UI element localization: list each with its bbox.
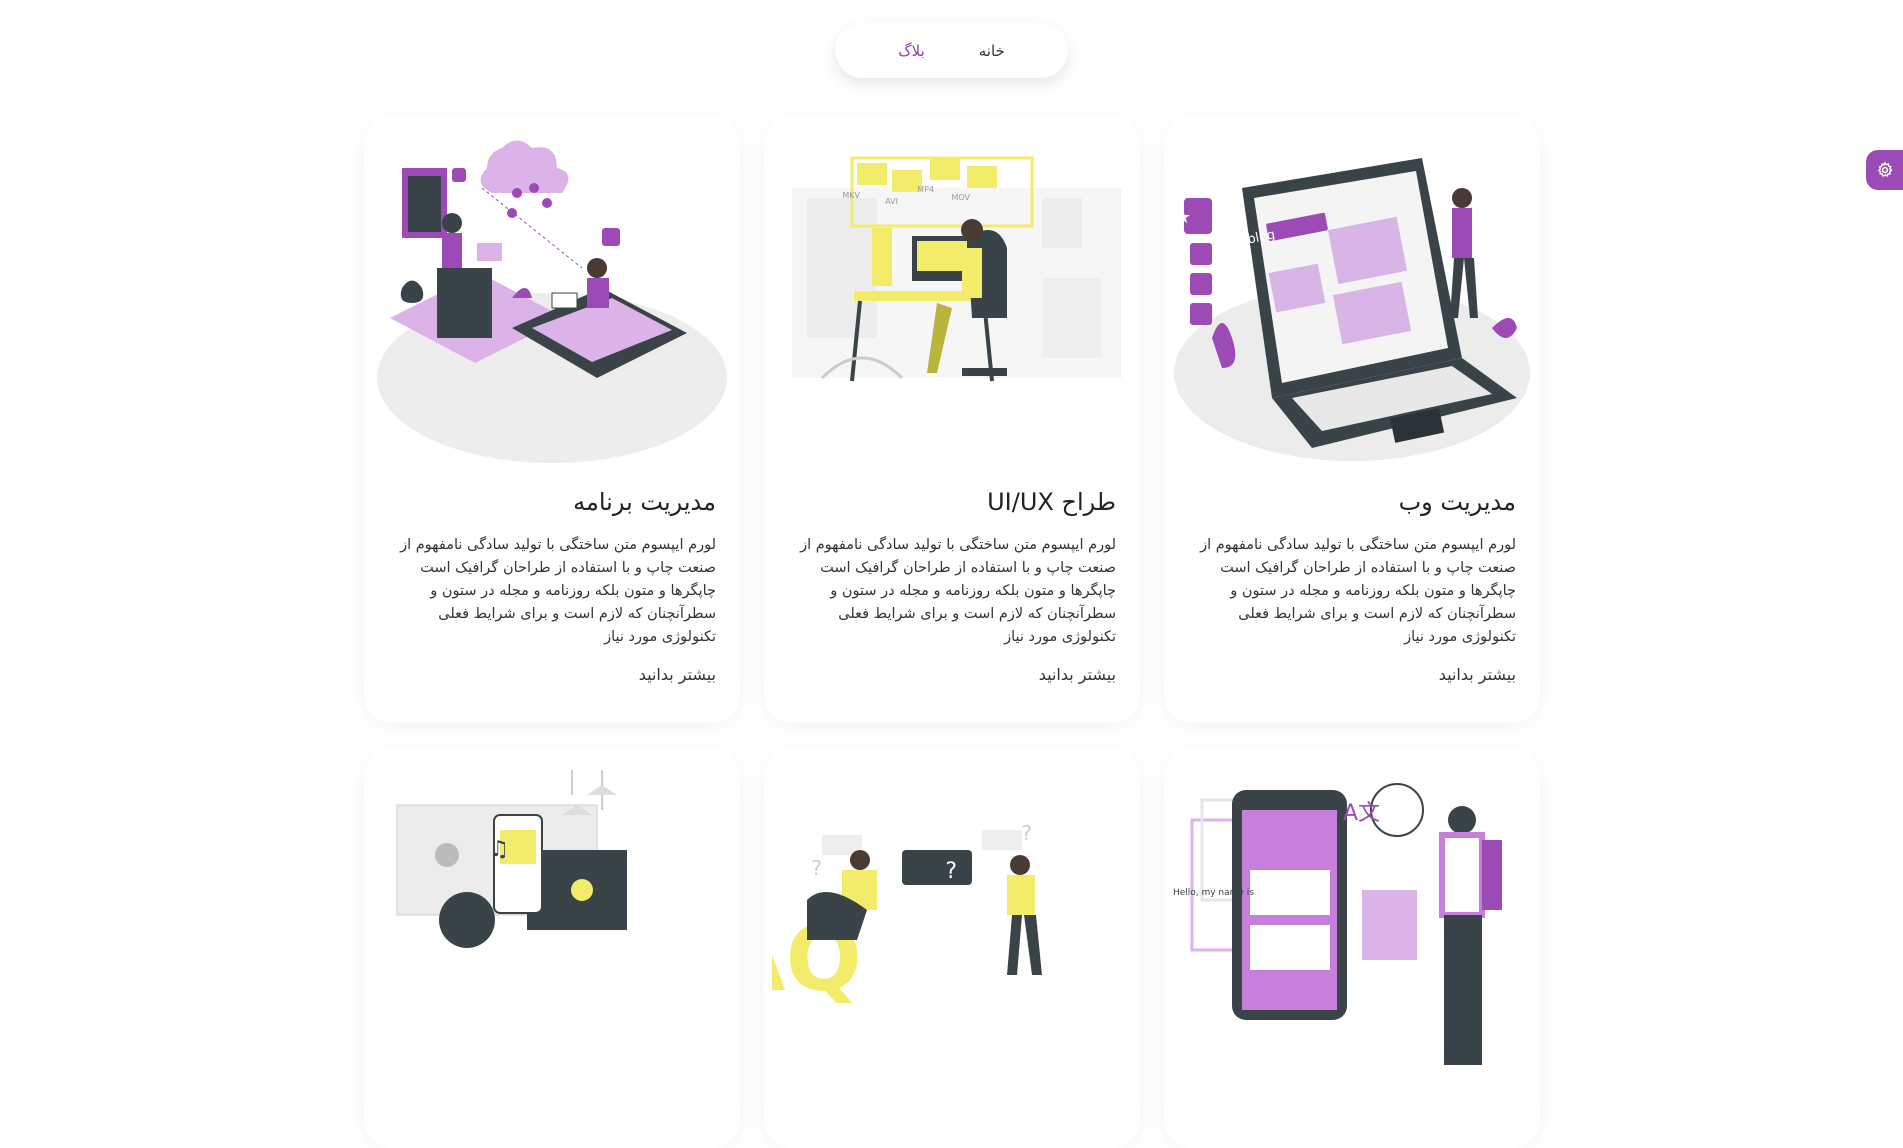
nav-home[interactable]: خانه [979, 42, 1005, 60]
service-card-faq: FAQ ? ? ? [764, 748, 1140, 1148]
card-title: مدیریت وب [1398, 488, 1516, 516]
gear-icon [1877, 161, 1892, 178]
media-player-illustration: ♫ [396, 770, 627, 948]
card-title: طراح UI/UX [987, 488, 1116, 516]
format-label: MKV [842, 191, 860, 200]
remote-work-illustration [377, 140, 727, 463]
format-label: MOV [951, 193, 970, 202]
translation-illustration: Hello, my name is A文 [1173, 783, 1502, 1065]
faq-illustration: FAQ ? ? ? [772, 821, 1042, 1012]
service-card-uiux: MKV AVI MP4 MOV طراح UI/UX لورم ایپسوم م… [764, 116, 1140, 723]
svg-text:?: ? [945, 859, 957, 884]
laptop-illustration: blog ★ [1174, 158, 1530, 461]
svg-text:★: ★ [1175, 207, 1191, 228]
learn-more-link[interactable]: بیشتر بدانید [1439, 665, 1516, 684]
learn-more-link[interactable]: بیشتر بدانید [639, 665, 716, 684]
illustration-hello-text: Hello, my name is [1173, 888, 1254, 898]
top-nav: خانه بلاگ [835, 23, 1068, 78]
svg-text:A文: A文 [1343, 801, 1380, 826]
services-grid: blog ★ مدیریت وب لورم ایپسوم متن ساختگی … [364, 116, 1540, 1148]
learn-more-link[interactable]: بیشتر بدانید [1039, 665, 1116, 684]
svg-text:?: ? [811, 856, 822, 880]
card-description: لورم ایپسوم متن ساختگی با تولید سادگی نا… [800, 537, 1116, 645]
card-title: مدیریت برنامه [573, 488, 716, 516]
format-label: MP4 [917, 185, 934, 194]
card-description: لورم ایپسوم متن ساختگی با تولید سادگی نا… [400, 537, 716, 645]
card-description: لورم ایپسوم متن ساختگی با تولید سادگی نا… [1200, 537, 1516, 645]
designer-desk-illustration: MKV AVI MP4 MOV [792, 156, 1122, 382]
service-card-app: مدیریت برنامه لورم ایپسوم متن ساختگی با … [364, 116, 740, 723]
svg-text:?: ? [1021, 821, 1032, 845]
service-card-web: blog ★ مدیریت وب لورم ایپسوم متن ساختگی … [1164, 116, 1540, 723]
service-card-media: ♫ [364, 748, 740, 1148]
service-card-translation: Hello, my name is A文 [1164, 748, 1540, 1148]
nav-blog[interactable]: بلاگ [898, 42, 925, 60]
music-note-icon: ♫ [489, 837, 509, 862]
format-label: AVI [885, 197, 898, 206]
settings-button[interactable] [1866, 150, 1903, 190]
